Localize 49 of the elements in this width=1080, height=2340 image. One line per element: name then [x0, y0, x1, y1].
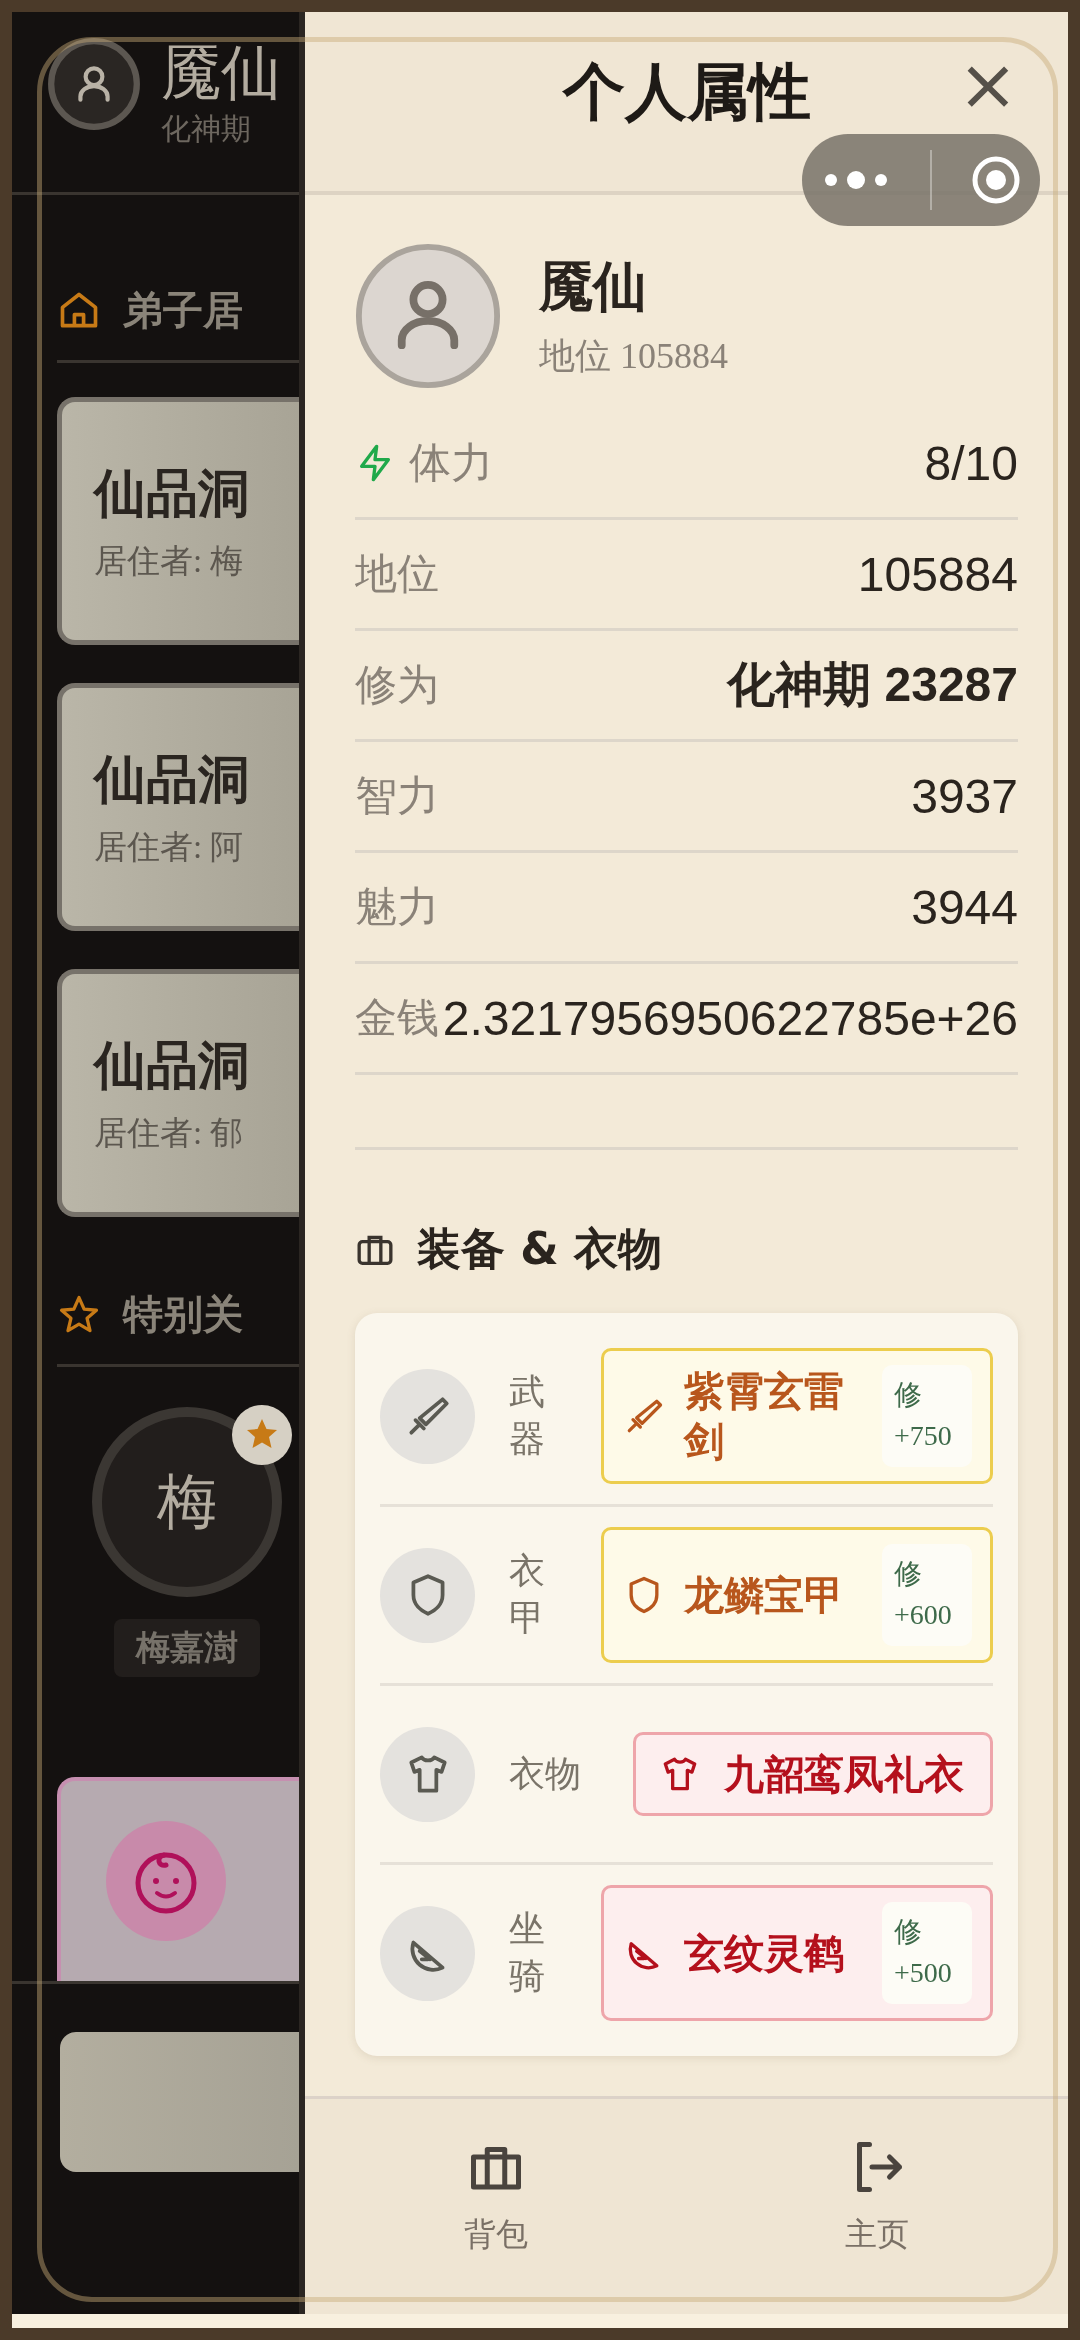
bonus-tag: 修 +500 [882, 1902, 972, 2004]
residence-card[interactable]: 仙品洞 居住者: 阿 [57, 683, 299, 931]
stat-label: 修为 [355, 661, 439, 710]
stat-value: 105884 [857, 546, 1018, 602]
item-chip[interactable]: 龙鳞宝甲 修 +600 [601, 1527, 993, 1663]
resident-text: 居住者: 阿 [94, 827, 245, 867]
target-icon[interactable] [970, 155, 1021, 205]
stat-value: 3937 [911, 768, 1018, 824]
slot-label: 坐骑 [509, 1908, 546, 1998]
stat-value: 2.3217956950622785e+26 [442, 990, 1018, 1046]
stat-label: 智力 [355, 772, 439, 821]
resident-text: 居住者: 梅 [94, 541, 245, 581]
nav-button[interactable]: 背包 [305, 2099, 687, 2314]
stat-label: 魅力 [355, 883, 439, 932]
stat-value: 8/10 [924, 435, 1018, 491]
stat-label: 体力 [409, 439, 493, 488]
section-title: 特别关 [123, 1290, 243, 1339]
residence-card[interactable]: 仙品洞 居住者: 梅 [57, 397, 299, 645]
user-name: 魇仙 [161, 39, 281, 108]
profile-name: 魇仙 [539, 254, 648, 320]
panel-title: 个人属性 [562, 54, 811, 130]
baby-face-icon [106, 1821, 226, 1941]
resident-text: 居住者: 郁 [94, 1113, 245, 1153]
profile-rank: 地位 105884 [539, 335, 728, 378]
bonus-tag: 修 +600 [882, 1544, 972, 1646]
stat-value: 3944 [911, 879, 1018, 935]
stat-value: 化神期 23287 [727, 657, 1018, 713]
residence-title: 仙品洞 [94, 747, 251, 811]
avatar-icon [355, 243, 501, 389]
residence-title: 仙品洞 [94, 1033, 251, 1097]
stat-label: 金钱 [355, 994, 439, 1043]
item-chip[interactable]: 玄纹灵鹤 修 +500 [601, 1885, 993, 2021]
nav-button[interactable]: 主页 [686, 2099, 1068, 2314]
item-chip[interactable]: 九韶鸾凤礼衣 [633, 1732, 993, 1816]
section-title: 装备 & 衣物 [417, 1222, 662, 1276]
bonus-tag: 修 +750 [882, 1365, 972, 1467]
section-title: 弟子居 [123, 286, 243, 335]
user-realm: 化神期 [161, 111, 252, 147]
item-chip[interactable]: 紫霄玄雷剑 修 +750 [601, 1348, 993, 1484]
close-button[interactable]: × [957, 54, 1018, 114]
residence-title: 仙品洞 [94, 461, 251, 525]
slot-label: 武器 [509, 1371, 546, 1461]
contact-avatar[interactable]: 梅 [92, 1407, 282, 1597]
stat-label: 地位 [355, 550, 439, 599]
residence-card[interactable]: 仙品洞 居住者: 郁 [57, 969, 299, 1217]
slot-label: 衣物 [509, 1752, 581, 1796]
slot-label: 衣甲 [509, 1550, 546, 1640]
baby-card[interactable] [57, 1777, 299, 1981]
contact-name: 梅嘉澍 [114, 1619, 260, 1677]
